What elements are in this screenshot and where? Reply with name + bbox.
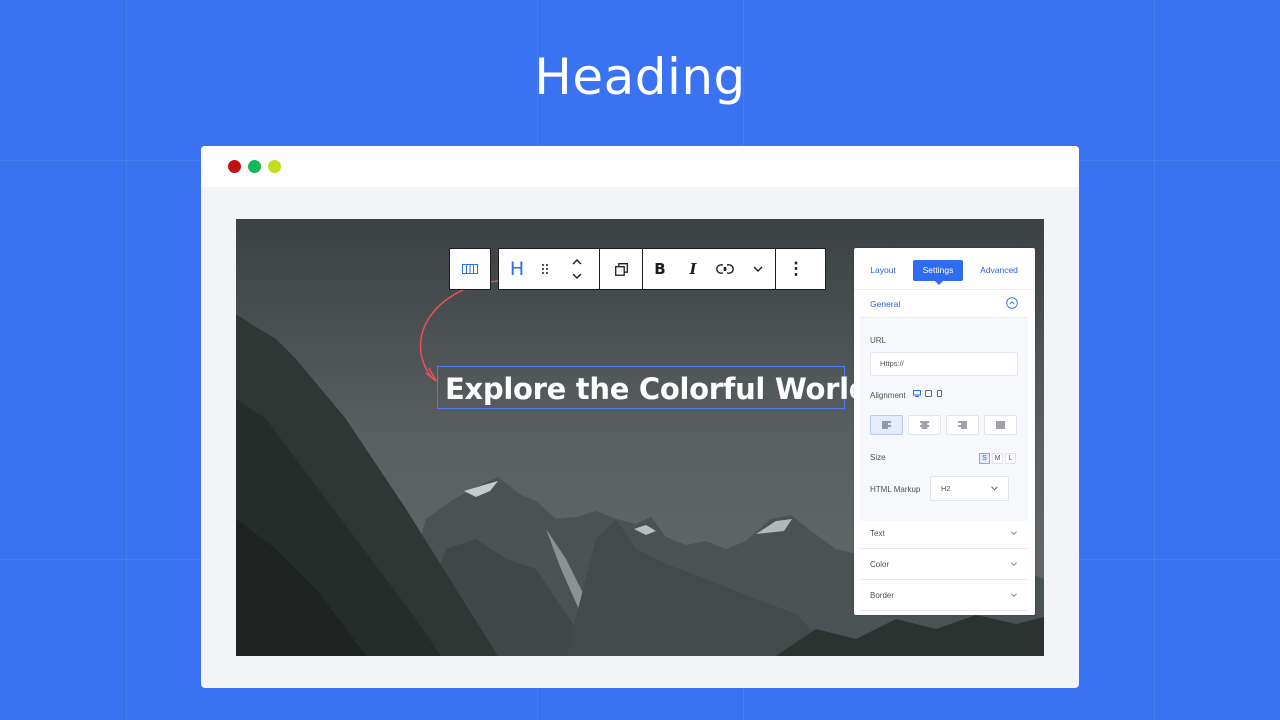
panel-tabs: Layout Settings Advanced: [854, 248, 1035, 290]
size-option-s[interactable]: S: [979, 453, 990, 464]
tablet-icon[interactable]: [925, 390, 932, 397]
collapse-up-icon[interactable]: [1006, 297, 1018, 309]
chevron-down-icon: [1011, 593, 1017, 597]
italic-icon[interactable]: I: [677, 249, 709, 289]
html-markup-label: HTML Markup: [870, 485, 921, 494]
editor-canvas: Explore the Colorful World H B I ⋮ Layou…: [236, 219, 1044, 656]
align-right-button[interactable]: [946, 415, 979, 435]
block-toolbar: H B I ⋮: [498, 248, 826, 290]
size-option-l[interactable]: L: [1005, 453, 1016, 464]
accordion-text[interactable]: Text: [860, 518, 1028, 549]
align-center-button[interactable]: [908, 415, 941, 435]
browser-window: Explore the Colorful World H B I ⋮ Layou…: [201, 146, 1079, 688]
size-option-m[interactable]: M: [992, 453, 1003, 464]
chevron-down-icon: [1011, 531, 1017, 535]
general-section-title[interactable]: General: [870, 299, 900, 309]
accordion-color-label: Color: [870, 560, 890, 569]
minimize-dot[interactable]: [248, 160, 261, 173]
chevron-down-icon: [1011, 562, 1017, 566]
align-left-icon: [882, 421, 891, 429]
bold-icon[interactable]: B: [643, 249, 677, 289]
grid-line: [1154, 0, 1155, 720]
duplicate-icon[interactable]: [600, 249, 642, 289]
align-justify-icon: [996, 421, 1005, 429]
desktop-icon[interactable]: [913, 390, 921, 397]
page-title: Heading: [534, 48, 746, 106]
accordion-text-label: Text: [870, 529, 885, 538]
accordion-border[interactable]: Border: [860, 580, 1028, 611]
html-markup-value: H2: [941, 484, 951, 493]
chevron-down-icon: [991, 486, 998, 491]
browser-titlebar: [201, 146, 1079, 187]
tab-layout[interactable]: Layout: [862, 260, 904, 281]
maximize-dot[interactable]: [268, 160, 281, 173]
align-justify-button[interactable]: [984, 415, 1017, 435]
align-center-icon: [920, 421, 929, 429]
move-up-down-icon[interactable]: [555, 249, 599, 289]
mobile-icon[interactable]: [937, 390, 942, 397]
settings-panel: Layout Settings Advanced General URL Htt…: [854, 248, 1035, 615]
drag-handle-icon[interactable]: [535, 249, 555, 289]
selected-heading-block[interactable]: Explore the Colorful World: [437, 366, 870, 409]
heading-h-icon[interactable]: H: [499, 249, 535, 289]
url-input[interactable]: Https://: [870, 352, 1018, 376]
align-right-icon: [958, 421, 967, 429]
grid-line: [126, 0, 127, 720]
general-section-body: URL Https:// Alignment Size S M L HTML M…: [860, 318, 1028, 521]
close-dot[interactable]: [228, 160, 241, 173]
tab-settings[interactable]: Settings: [913, 260, 963, 285]
more-options-icon[interactable]: ⋮: [776, 249, 816, 289]
accordion-border-label: Border: [870, 591, 895, 600]
more-chevron-icon[interactable]: [741, 249, 775, 289]
url-label: URL: [870, 336, 887, 345]
size-label: Size: [870, 453, 886, 462]
columns-icon[interactable]: [450, 249, 490, 289]
alignment-label: Alignment: [870, 391, 906, 400]
html-markup-select[interactable]: H2: [930, 476, 1009, 501]
block-parent-toolbar: [449, 248, 491, 290]
accordion-color[interactable]: Color: [860, 549, 1028, 580]
tab-advanced[interactable]: Advanced: [974, 260, 1024, 281]
align-left-button[interactable]: [870, 415, 903, 435]
link-icon[interactable]: [709, 249, 741, 289]
heading-text[interactable]: Explore the Colorful World: [445, 372, 870, 406]
